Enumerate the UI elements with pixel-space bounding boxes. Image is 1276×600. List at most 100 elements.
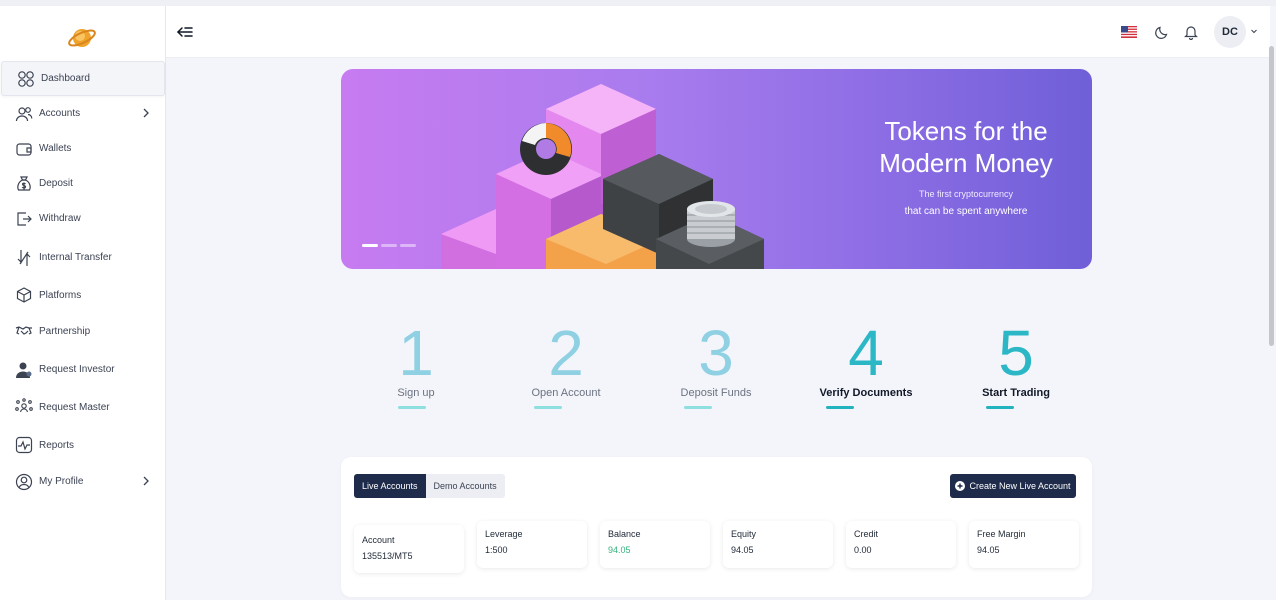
step-label: Start Trading — [982, 387, 1050, 399]
stat-label: Free Margin — [977, 529, 1026, 539]
banner-title: Tokens for the Modern Money — [879, 116, 1053, 178]
withdraw-icon — [15, 210, 33, 228]
sidebar-item-label: Request Master — [39, 401, 110, 413]
user-avatar[interactable]: DC — [1214, 16, 1246, 48]
chevron-right-icon — [143, 108, 149, 118]
investor-icon — [15, 361, 33, 379]
top-header: DC — [166, 6, 1270, 58]
sidebar-item-label: Wallets — [39, 143, 72, 154]
step-number: 3 — [698, 317, 734, 389]
step-number: 5 — [998, 317, 1034, 389]
promo-banner[interactable]: Tokens for the Modern Money The first cr… — [341, 69, 1092, 269]
sidebar-item-accounts[interactable]: Accounts — [0, 96, 166, 131]
dark-mode-icon[interactable] — [1154, 24, 1170, 40]
banner-subtitle-2: that can be spent anywhere — [904, 206, 1028, 217]
users-icon — [15, 105, 33, 123]
step-number: 1 — [398, 317, 434, 389]
step-progress-bar — [398, 406, 426, 409]
create-live-account-button[interactable]: Create New Live Account — [950, 474, 1076, 498]
chevron-right-icon — [143, 476, 149, 486]
cube-icon — [15, 286, 33, 304]
sidebar-item-label: Accounts — [39, 108, 81, 119]
sidebar: Dashboard Accounts Wallets Deposit Withd… — [0, 6, 166, 600]
sidebar-item-label: Internal Transfer — [39, 252, 112, 263]
sidebar-item-label: Request Investor — [39, 364, 115, 375]
transfer-icon — [15, 249, 33, 267]
create-live-account-label: Create New Live Account — [969, 481, 1071, 491]
stat-account[interactable]: Account 135513/MT5 — [354, 525, 464, 573]
tab-live-accounts[interactable]: Live Accounts — [354, 474, 426, 498]
step-deposit-funds: 3 Deposit Funds — [641, 318, 791, 418]
sidebar-item-deposit[interactable]: Deposit — [0, 166, 166, 201]
tab-demo-accounts[interactable]: Demo Accounts — [425, 474, 505, 498]
step-open-account: 2 Open Account — [491, 318, 641, 418]
stat-credit: Credit 0.00 — [846, 521, 956, 568]
sidebar-item-wallets[interactable]: Wallets — [0, 131, 166, 166]
stat-free-margin: Free Margin 94.05 — [969, 521, 1079, 568]
sidebar-item-internal-transfer[interactable]: Internal Transfer — [0, 236, 166, 279]
sidebar-item-label: Partnership — [39, 325, 91, 337]
stat-label: Account — [362, 535, 395, 545]
handshake-icon — [15, 322, 33, 340]
stat-label: Leverage — [485, 529, 523, 539]
step-progress-bar — [826, 406, 854, 409]
chart-pulse-icon — [15, 436, 33, 454]
network-icon — [15, 398, 33, 416]
sidebar-item-dashboard[interactable]: Dashboard — [1, 61, 165, 96]
sidebar-item-platforms[interactable]: Platforms — [0, 279, 166, 311]
stat-leverage: Leverage 1:500 — [477, 521, 587, 568]
sidebar-item-request-investor[interactable]: Request Investor — [0, 351, 166, 388]
sidebar-item-label: Platforms — [39, 289, 82, 301]
stat-value: 94.05 — [731, 545, 754, 555]
sidebar-item-withdraw[interactable]: Withdraw — [0, 201, 166, 236]
sidebar-item-label: Dashboard — [41, 73, 90, 84]
carousel-dot-2[interactable] — [381, 244, 397, 247]
sidebar-item-partnership[interactable]: Partnership — [0, 311, 166, 351]
stat-value: 1:500 — [485, 545, 508, 555]
stat-balance: Balance 94.05 — [600, 521, 710, 568]
step-sign-up: 1 Sign up — [341, 318, 491, 418]
money-bag-icon — [15, 175, 33, 193]
step-progress-bar — [986, 406, 1014, 409]
step-start-trading[interactable]: 5 Start Trading — [941, 318, 1091, 418]
step-progress-bar — [534, 406, 562, 409]
stat-value: 94.05 — [977, 545, 1000, 555]
us-flag-icon[interactable] — [1121, 26, 1137, 38]
carousel-dot-1[interactable] — [362, 244, 378, 247]
onboarding-steps: 1 Sign up 2 Open Account 3 Deposit Funds… — [341, 318, 1092, 418]
sidebar-item-my-profile[interactable]: My Profile — [0, 464, 166, 499]
stat-value: 94.05 — [608, 545, 631, 555]
sidebar-item-label: Withdraw — [39, 213, 81, 224]
stat-label: Balance — [608, 529, 641, 539]
sidebar-item-reports[interactable]: Reports — [0, 426, 166, 464]
page-scrollbar[interactable] — [1269, 46, 1274, 346]
step-progress-bar — [684, 406, 712, 409]
sidebar-item-label: My Profile — [39, 476, 84, 487]
stat-value: 0.00 — [854, 545, 872, 555]
stat-label: Equity — [731, 529, 757, 539]
stat-value: 135513/MT5 — [362, 551, 413, 561]
sidebar-nav: Dashboard Accounts Wallets Deposit Withd… — [0, 61, 166, 499]
sidebar-item-label: Deposit — [39, 178, 73, 189]
sidebar-item-label: Reports — [39, 439, 75, 451]
banner-subtitle-1: The first cryptocurrency — [918, 189, 1014, 199]
stat-equity: Equity 94.05 — [723, 521, 833, 568]
account-type-tabs: Live Accounts Demo Accounts — [354, 474, 505, 498]
step-label: Sign up — [397, 387, 435, 399]
brand-logo[interactable] — [66, 22, 98, 54]
step-label: Verify Documents — [819, 387, 913, 399]
profile-icon — [15, 473, 33, 491]
collapse-sidebar-icon[interactable] — [176, 23, 194, 41]
chevron-down-icon[interactable] — [1251, 29, 1257, 34]
carousel-dot-3[interactable] — [400, 244, 416, 247]
step-number: 4 — [848, 317, 884, 389]
dashboard-icon — [17, 70, 35, 88]
stat-label: Credit — [854, 529, 879, 539]
wallet-icon — [15, 140, 33, 158]
accounts-card: Live Accounts Demo Accounts Create New L… — [341, 457, 1092, 597]
step-label: Open Account — [531, 387, 601, 399]
step-verify-documents[interactable]: 4 Verify Documents — [791, 318, 941, 418]
bell-icon[interactable] — [1183, 24, 1199, 40]
sidebar-item-request-master[interactable]: Request Master — [0, 388, 166, 426]
plus-circle-icon — [955, 481, 966, 491]
